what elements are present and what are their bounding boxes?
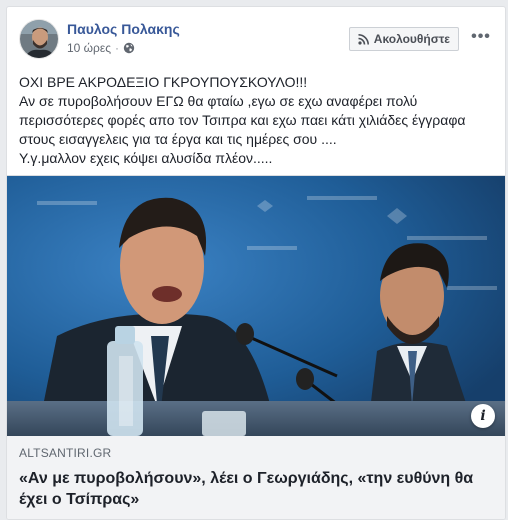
post-header: Παυλος Πολακης 10 ώρες · Ακολουθήστε ••• [19,19,493,63]
post-timestamp[interactable]: 10 ώρες [67,41,111,55]
link-preview-caption[interactable]: ALTSANTIRI.GR «Αν με πυροβολήσουν», λέει… [7,436,505,519]
follow-button[interactable]: Ακολουθήστε [348,27,459,51]
link-domain: ALTSANTIRI.GR [19,446,112,460]
post-text-line: ΟΧΙ ΒΡΕ ΑΚΡΟΔΕΞΙΟ ΓΚΡΟΥΠΟΥΣΚΟΥΛΟ!!! [19,74,308,90]
follow-label: Ακολουθήστε [373,32,450,46]
link-preview[interactable]: i ALTSANTIRI.GR «Αν με πυροβολήσουν», λέ… [7,175,505,519]
rss-icon [358,33,369,45]
globe-icon[interactable] [123,42,135,54]
author-name[interactable]: Παυλος Πολακης [67,21,180,37]
info-icon[interactable]: i [471,404,495,428]
link-preview-image[interactable]: i [7,176,505,436]
post-card: Παυλος Πολακης 10 ώρες · Ακολουθήστε •••… [6,6,506,520]
more-options-icon[interactable]: ••• [469,27,493,47]
author-avatar[interactable] [19,19,59,59]
post-body: ΟΧΙ ΒΡΕ ΑΚΡΟΔΕΞΙΟ ΓΚΡΟΥΠΟΥΣΚΟΥΛΟ!!! Αν σ… [19,73,493,168]
post-text-line: Υ.γ.μαλλον εχεις κόψει αλυσίδα πλέον....… [19,150,273,166]
link-headline[interactable]: «Αν με πυροβολήσουν», λέει ο Γεωργιάδης,… [19,468,493,510]
post-meta: 10 ώρες · [67,41,135,55]
info-glyph: i [480,408,486,424]
post-text-line: περισσότερες φορές απο τον Τσιπρα και εχ… [19,112,466,128]
more-options-glyph: ••• [471,28,491,45]
meta-separator: · [115,41,120,55]
post-text-line: στους εισαγγελεις για τα έργα και τις ημ… [19,131,337,147]
avatar-image [20,20,58,58]
press-conference-photo [7,176,505,436]
post-text-line: Αν σε πυροβολήσουν ΕΓΩ θα φταίω ,εγω σε … [19,93,418,109]
